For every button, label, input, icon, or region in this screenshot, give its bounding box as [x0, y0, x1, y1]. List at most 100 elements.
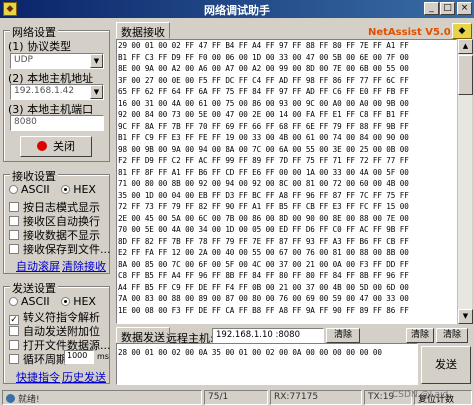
close-connection-label: 关闭	[53, 140, 75, 153]
brand-label: NetAssist V5.0.2	[368, 27, 462, 38]
close-connection-button[interactable]: 关闭	[20, 136, 92, 157]
receive-hex-line: 92 00 84 00 73 00 5E 00 47 00 2E 00 14 0…	[118, 110, 409, 119]
receive-hex-line: 98 00 9B 00 9A 00 94 00 8A 00 7C 00 6A 0…	[118, 144, 409, 154]
receive-hex-line: 81 FF 8F FF A1 FF B6 FF CD FF E6 FF 00 0…	[118, 167, 409, 177]
receive-hex-line: 2E 00 45 00 5A 00 6C 00 7B 00 86 00 8D 0…	[118, 213, 409, 223]
send-ascii-label: ASCII	[21, 295, 50, 308]
cycle-unit: ms	[97, 352, 109, 361]
receive-hex-line: F2 FF D9 FF C2 FF AC FF 99 FF 89 FF 7D F…	[118, 156, 409, 165]
receive-hex-line: 7A 00 83 00 88 00 89 00 87 00 80 00 76 0…	[118, 294, 409, 303]
remote-clear-label: 清除	[333, 330, 352, 340]
checkbox[interactable]	[9, 230, 19, 240]
receive-encoding-row: ASCII HEX	[9, 183, 96, 196]
network-settings-group: 网络设置 (1) 协议类型 UDP ▼ (2) 本地主机地址 192.168.1…	[3, 24, 110, 162]
scroll-up-icon[interactable]: ▲	[458, 39, 473, 54]
host-address-value: 192.168.1.42	[14, 86, 75, 96]
status-frames: 75/1	[204, 390, 268, 405]
receive-hex-line: 65 FF 62 FF 64 FF 6A FF 75 FF 84 FF 97 F…	[118, 87, 409, 96]
remote-host-input[interactable]: 192.168.1.10 :8080	[212, 328, 324, 343]
checkbox[interactable]	[9, 340, 19, 350]
send-ascii-radio[interactable]: ASCII	[9, 295, 50, 308]
receive-hex-line: 8E 00 9A 00 A2 00 A6 00 A7 00 A2 00 99 0…	[118, 64, 409, 73]
stop-icon	[37, 141, 47, 151]
status-ready: 就绪!	[2, 390, 202, 405]
receive-hex-line: E2 FF FA FF 12 00 2A 00 40 00 55 00 67 0…	[118, 248, 409, 257]
title-bar: ◆ 网络调试助手 _ □ ×	[0, 0, 474, 18]
receive-hex-line: 3F 00 27 00 0E 00 F5 FF DC FF C4 FF AD F…	[118, 75, 409, 85]
clear-send-button[interactable]: 清除	[406, 328, 434, 343]
receive-hex-line: 70 00 5E 00 4A 00 34 00 1D 00 05 00 ED F…	[118, 225, 409, 234]
send-button-label: 发送	[435, 358, 457, 371]
receive-hex-line: 29 00 01 00 02 FF 47 FF B4 FF A4 FF 97 F…	[118, 41, 409, 50]
watermark: CSDN @Laid	[392, 390, 449, 400]
send-data-text: 28 00 01 00 02 00 0A 35 00 01 00 02 00 0…	[118, 348, 382, 357]
window-title: 网络调试助手	[204, 4, 270, 17]
status-rx: RX:77175	[270, 390, 362, 405]
info-icon	[6, 394, 15, 403]
receive-hex-radio[interactable]: HEX	[61, 183, 96, 196]
send-data-input[interactable]: 28 00 01 00 02 00 0A 35 00 01 00 02 00 0…	[116, 343, 418, 385]
receive-hex-line: B1 FF C3 FF D9 FF F0 00 06 00 1D 00 33 0…	[118, 52, 409, 62]
tab-data-send[interactable]: 数据发送	[116, 327, 170, 344]
close-window-button[interactable]: ×	[457, 2, 472, 15]
status-ready-text: 就绪!	[18, 395, 40, 405]
receive-ascii-radio[interactable]: ASCII	[9, 183, 50, 196]
protocol-value: UDP	[14, 55, 33, 65]
send-hex-label: HEX	[73, 295, 96, 308]
tab-data-receive[interactable]: 数据接收	[116, 22, 170, 39]
clear-receive-link[interactable]: 清除接收	[62, 258, 106, 274]
checkbox[interactable]	[9, 354, 19, 364]
minimize-button[interactable]: _	[424, 2, 439, 15]
receive-hex-line: 9C FF 8A FF 7B FF 70 FF 69 FF 66 FF 68 F…	[118, 121, 409, 131]
protocol-label: (1) 协议类型	[8, 40, 72, 53]
scroll-thumb[interactable]	[458, 55, 473, 95]
receive-hex-line: C8 FF B5 FF A4 FF 96 FF 8B FF 84 FF 80 F…	[118, 271, 409, 280]
receive-hex-line: A4 FF B5 FF C9 FF DE FF F4 FF 0B 00 21 0…	[118, 282, 409, 292]
option-label: 接收保存到文件...	[23, 243, 111, 256]
auto-scroll-link[interactable]: 自动滚屏	[16, 258, 60, 274]
receive-hex-lines: 29 00 01 00 02 FF 47 FF B4 FF A4 FF 97 F…	[117, 40, 456, 316]
send-settings-group: 发送设置 ASCII HEX ✓ 转义符指令解析 自动发送附加位 打开文件数据源.…	[3, 280, 111, 385]
receive-hex-label: HEX	[73, 183, 96, 196]
host-address-select[interactable]: 192.168.1.42 ▼	[10, 84, 104, 100]
checkbox[interactable]	[9, 202, 19, 212]
port-input[interactable]: 8080	[10, 115, 104, 131]
status-bar: 就绪! 75/1 RX:77175 TX:19 复位计数 CSDN @Laid	[0, 388, 474, 406]
chevron-down-icon[interactable]: ▼	[90, 54, 103, 68]
protocol-select[interactable]: UDP ▼	[10, 53, 104, 69]
clear-all-button[interactable]: 清除	[436, 328, 468, 343]
scroll-down-icon[interactable]: ▼	[458, 309, 473, 324]
send-history-link[interactable]: 历史发送	[62, 369, 106, 385]
shortcut-command-link[interactable]: 快捷指令	[16, 369, 60, 385]
receive-hex-line: 71 00 80 00 8B 00 92 00 94 00 92 00 8C 0…	[118, 179, 409, 188]
checkbox[interactable]	[9, 244, 19, 254]
cycle-period-input[interactable]: 1000	[64, 350, 94, 364]
clear-send-label: 清除	[410, 330, 429, 340]
receive-hex-line: 72 FF 73 FF 79 FF 82 FF 90 FF A1 FF B5 F…	[118, 202, 409, 211]
receive-hex-line: 8D FF 82 FF 7B FF 78 FF 79 FF 7E FF 87 F…	[118, 236, 409, 246]
maximize-button[interactable]: □	[440, 2, 455, 15]
send-button[interactable]: 发送	[421, 346, 471, 384]
receive-hex-line: 16 00 31 00 4A 00 61 00 75 00 86 00 93 0…	[118, 98, 409, 108]
receive-settings-group: 接收设置 ASCII HEX 按日志模式显示 接收区自动换行 接收数据不显示 接…	[3, 168, 111, 274]
receive-scrollbar[interactable]: ▲ ▼	[457, 39, 473, 324]
send-encoding-row: ASCII HEX	[9, 295, 96, 308]
remote-clear-button[interactable]: 清除	[326, 328, 360, 343]
checkbox[interactable]	[9, 326, 19, 336]
receive-option-save-file[interactable]: 接收保存到文件...	[9, 241, 111, 257]
checkbox[interactable]	[9, 216, 19, 226]
send-option-cycle[interactable]: 循环周期	[9, 351, 67, 367]
receive-data-area[interactable]: 29 00 01 00 02 FF 47 FF B4 FF A4 FF 97 F…	[116, 39, 457, 324]
receive-hex-line: 8A 00 85 00 7C 00 6F 00 5F 00 4C 00 37 0…	[118, 259, 409, 269]
chevron-down-icon[interactable]: ▼	[90, 85, 103, 99]
receive-settings-label: 接收设置	[10, 168, 58, 184]
option-label: 循环周期	[23, 353, 67, 366]
app-logo-icon: ◆	[452, 23, 472, 39]
send-settings-label: 发送设置	[10, 280, 58, 296]
send-hex-radio[interactable]: HEX	[61, 295, 96, 308]
clear-all-label: 清除	[442, 330, 461, 340]
receive-hex-line: 35 00 1D 00 04 00 EB FF D3 FF BC FF A8 F…	[118, 190, 409, 200]
receive-ascii-label: ASCII	[21, 183, 50, 196]
receive-hex-line: B1 FF C9 FF E3 FF FE FF 19 00 33 00 4B 0…	[118, 133, 409, 142]
receive-hex-line: 1E 00 08 00 F3 FF DE FF CA FF B8 FF A8 F…	[118, 305, 409, 315]
